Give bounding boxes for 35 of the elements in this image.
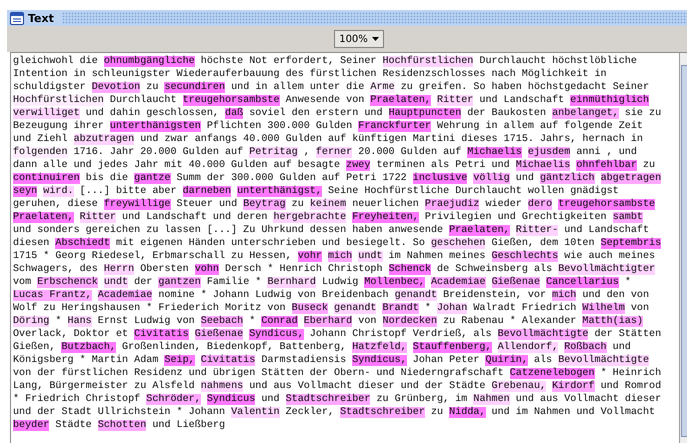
text-line: folgenden 1716. Jahr 20.000 Gulden auf Petritag , ferner 20.000 Gulden auf Michaelis ejusdem anni , und — [13, 146, 638, 159]
text-line: diesen Abschiedt mit eigenen Händen unterschrieben und besiegelt. So geschehen Gießen, dem 10ten Septembris — [13, 237, 662, 250]
text-line: * Friedrich Christopf Schröder, Syndicus und Stadtschreiber zu Grünberg, im Nahmen und aus Vollmacht dieser — [13, 393, 662, 406]
text-line: Königsberg * Martin Adam Seip, Civitatis Darmstadiensis Syndicus, Johan Peter Quirin, als Bevollmächtigte — [13, 354, 650, 367]
caret-icon — [372, 37, 379, 41]
text-line: Wolf zu Heringshausen * Friederich Moritz von Buseck genandt Brandt * Johan Walradt Friedrich Wilhelm von — [13, 302, 650, 315]
text-line: vom Erbschenck undt der gantzen Familie * Bernhard Ludwig Mollenbec, Academiae Gießenae Cancellarius * — [13, 276, 632, 289]
text-line: dann alle und jedes Jahr mit 40.000 Gulden auf besagte zwey terminen als Petri und Michaelis ohnfehlbar zu — [13, 159, 656, 172]
text-line: beyder Städte Schotten und Ließberg — [13, 419, 226, 432]
text-line: continuiren bis die gantze Summ der 300.000 Gulden auf Petri 1722 inclusive völlig und gäntzlich abgetragen — [13, 172, 662, 185]
text-line: 1715 * Georg Riedesel, Erbmarschall zu Hessen, vohr mich undt im Nahmen meines Geschlechts wie auch meines — [13, 250, 656, 263]
text-line: Gießen, Butzbach, Großenlinden, Biedenkopf, Battenberg, Hatzfeld, Stauffenberg, Allendorf, Roßbach und — [13, 341, 632, 354]
scroll-thumb[interactable] — [681, 65, 687, 437]
text-line: und der Stadt Ullrichstein * Johann Valentin Zeckler, Stadtschreiber zu Nidda, und im Nahmen und Vollmacht — [13, 406, 656, 419]
text-line: Praelaten, Ritter und Landschaft und deren hergebrachte Freyheiten, Privilegien und Grechtigkeiten sambt — [13, 211, 644, 224]
text-line: schuldigster Devotion zu secundiren und in allem unter die Arme zu greifen. So haben höchstgedacht Seiner — [13, 81, 650, 94]
text-line: von der fürstlichen Residenz und übrigen Stätten der Obern- und Niederngrafschaft Catzenelebogen * Heinrich — [13, 367, 662, 380]
text-line: Hochfürstlichen Durchlaucht treugehorsambste Anwesende von Praelaten, Ritter und Landschaft einmüthiglich — [13, 94, 650, 107]
text-line: Bezeugung ihrer unterthänigsten Pflichten 300.000 Gulden Franckfurter Wehrung in allem auf folgende Zeit — [13, 120, 644, 133]
text-line: und Ziehl abzutragen und zwar anfangs 40.000 Gulden auf künftigen Martini dieses 1715. Jahrs, hernach in — [13, 133, 644, 146]
text-line: verwilliget und dahin geschlossen, daß soviel den erstern und Hauptpuncten der Baukosten anbelanget, sie zu — [13, 107, 662, 120]
scrollbar[interactable] — [679, 53, 687, 443]
text-line: seyn wird. [...] bitte aber darneben unterthänigst, Seine Hochfürstliche Durchlaucht wollen gnädigst — [13, 185, 620, 198]
text-line: Lucas Frantz, Academiae nomine * Johann Ludwig von Breidenbach genandt Breidenstein, vor mich und den von — [13, 289, 650, 302]
text-line: Schwagers, des Herrn Obersten vohn Dersch * Henrich Christoph Schenck de Schweinsberg als Bevollmächtigter — [13, 263, 656, 276]
text-line: Overlack, Doktor et Civitatis Gießenae Syndicus, Johann Christopf Verdrieß, als Bevollmächtigte der Stätten — [13, 328, 662, 341]
text-line: Lang, Bürgermeister zu Alsfeld nahmens und aus Vollmacht dieser und der Städte Grebenau, Kirdorf und Romrod — [13, 380, 662, 393]
text-line: Intention in schleunigster Wiederauferbauung des fürstlichen Residenzschlosses nach Möglichkeit in — [13, 68, 608, 81]
text-line: und sonders gereichen zu lassen [...] Zu Uhrkund dessen haben anwesende Praelaten, Ritter- und Landschaft — [13, 224, 650, 237]
window-icon — [10, 12, 24, 24]
text-line: Döring * Hans Ernst Ludwig von Seebach * Conrad Eberhard von Nordecken zu Rabenau * Alexander Matth(ias) — [13, 315, 644, 328]
zoom-dropdown[interactable]: 100% — [334, 30, 384, 48]
text-line: gleichwohl die ohnumbgängliche höchste Not erfordert, Seiner Hochfürstlichen Durchlaucht höchstlöbliche — [13, 55, 638, 68]
window-title: Text — [28, 12, 54, 24]
text-line: geruhen, diese freywillige Steuer und Beytrag zu keinem neuerlichen Praejudiz wieder dero treugehorsambste — [13, 198, 656, 211]
